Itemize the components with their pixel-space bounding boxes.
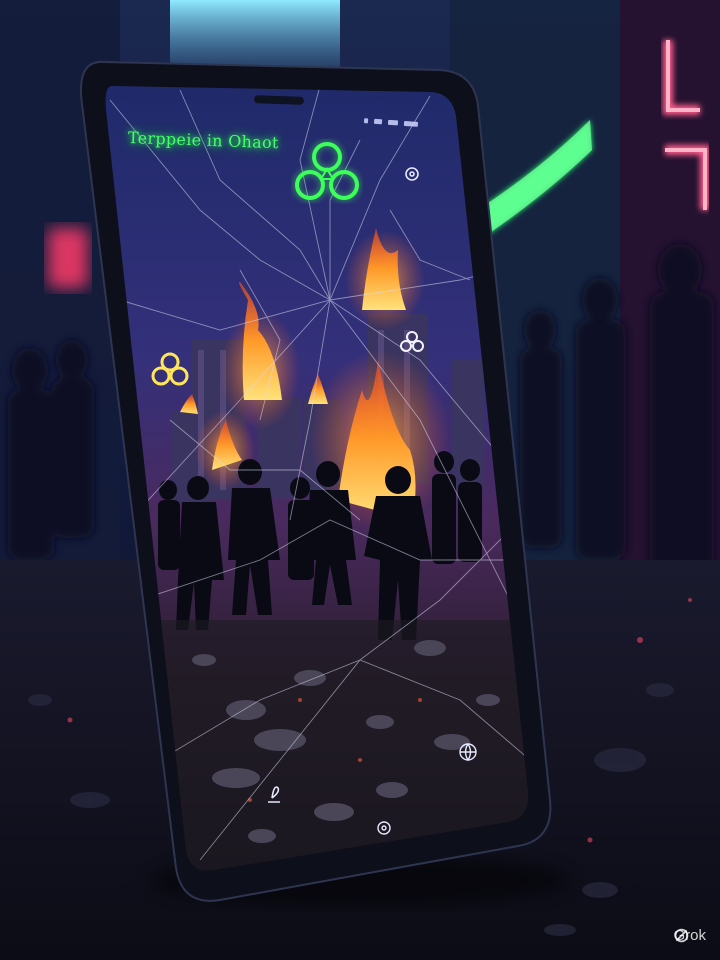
grok-logo-icon [675, 928, 689, 943]
scene-illustration [0, 0, 720, 960]
watermark: Grok [673, 927, 706, 944]
wifi-icon [373, 118, 383, 125]
battery-icon [387, 119, 399, 126]
signal-icon [363, 118, 369, 124]
battery-level-icon [403, 120, 419, 127]
photo-scene: Terppeie in Ohaot Grok [0, 0, 720, 960]
